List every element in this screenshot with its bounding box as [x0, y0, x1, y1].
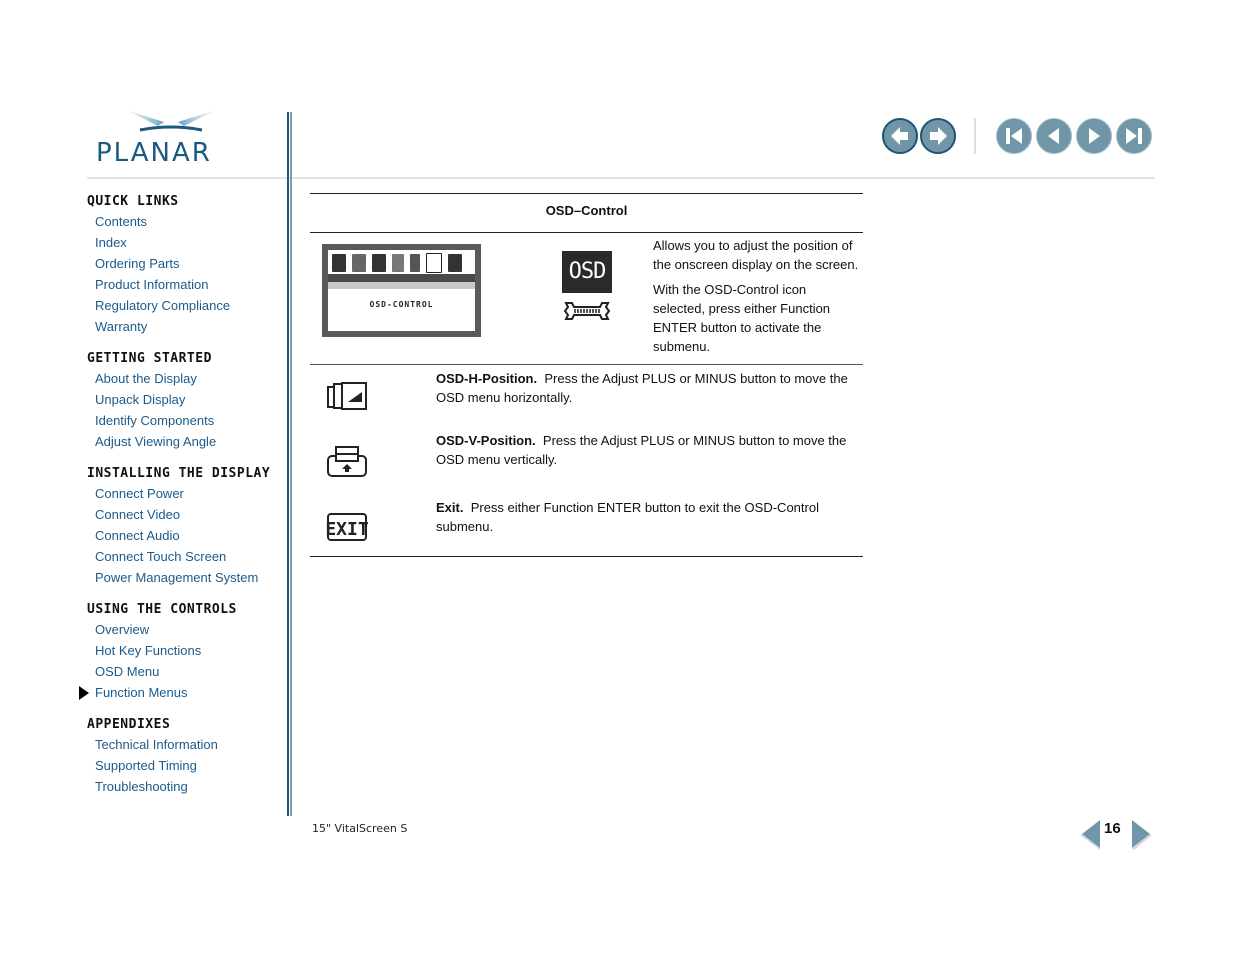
sidebar-item-unpack-display[interactable]: Unpack Display [95, 389, 282, 410]
last-page-button[interactable] [1116, 118, 1152, 154]
header-rule [87, 177, 1155, 179]
first-page-icon [1006, 128, 1022, 144]
wrench-icon [563, 302, 611, 320]
osd-screen-caption: OSD-CONTROL [369, 300, 434, 309]
sidebar-item-product-information[interactable]: Product Information [95, 274, 282, 295]
footer-next-page-button[interactable] [1130, 818, 1152, 850]
first-page-button[interactable] [996, 118, 1032, 154]
sidebar-item-overview[interactable]: Overview [95, 619, 282, 640]
next-page-button[interactable] [1076, 118, 1112, 154]
osd-mini-icon [448, 254, 462, 272]
sidebar-section-title: INSTALLING THE DISPLAY [87, 466, 271, 481]
footer-product-name: 15" VitalScreen S [312, 822, 408, 835]
row-term: OSD-H-Position. [436, 371, 538, 386]
sidebar-item-hot-key-functions[interactable]: Hot Key Functions [95, 640, 282, 661]
osd-h-position-icon [327, 382, 367, 410]
osd-icon-bar [332, 252, 471, 274]
sidebar-item-power-management-system[interactable]: Power Management System [95, 567, 282, 588]
sidebar-item-connect-video[interactable]: Connect Video [95, 504, 282, 525]
arrow-right-icon [930, 127, 947, 145]
sidebar-item-connect-power[interactable]: Connect Power [95, 483, 282, 504]
osd-mini-icon [372, 254, 386, 272]
intro-description-2: With the OSD-Control icon selected, pres… [653, 282, 831, 354]
sidebar-item-supported-timing[interactable]: Supported Timing [95, 755, 282, 776]
sidebar-section-using-controls: USING THE CONTROLS Overview Hot Key Func… [79, 600, 282, 703]
sidebar-item-function-menus[interactable]: Function Menus [79, 682, 282, 703]
row-text: Press either Function ENTER button to ex… [436, 500, 819, 534]
intro-description-1: Allows you to adjust the position of the… [653, 238, 859, 272]
sidebar-divider [287, 112, 289, 816]
sidebar-item-connect-audio[interactable]: Connect Audio [95, 525, 282, 546]
sidebar-section-installing: INSTALLING THE DISPLAY Connect Power Con… [87, 464, 282, 588]
osd-control-icon: OSD [562, 251, 612, 293]
sidebar-item-technical-information[interactable]: Technical Information [95, 734, 282, 755]
osd-mini-icon [410, 254, 420, 272]
sidebar-item-connect-touch-screen[interactable]: Connect Touch Screen [95, 546, 282, 567]
osd-mini-icon [392, 254, 404, 272]
sidebar-section-title: QUICK LINKS [87, 194, 179, 209]
osd-mini-icon [352, 254, 366, 272]
sidebar-item-label: Function Menus [95, 685, 188, 700]
sidebar-item-about-the-display[interactable]: About the Display [95, 368, 282, 389]
exit-icon: EXIT [326, 513, 369, 541]
sidebar-item-contents[interactable]: Contents [95, 211, 282, 232]
history-back-button[interactable] [882, 118, 918, 154]
osd-band [328, 282, 475, 289]
sidebar-item-identify-components[interactable]: Identify Components [95, 410, 282, 431]
sidebar-section-quick-links: QUICK LINKS Contents Index Ordering Part… [87, 192, 282, 337]
osd-menu-screenshot: OSD-CONTROL [322, 244, 481, 337]
row-description-osd-h-position: OSD-H-Position. Press the Adjust PLUS or… [436, 369, 856, 407]
sidebar-divider-accent [290, 112, 292, 816]
table-title: OSD–Control [545, 203, 628, 218]
table-header-rule [310, 232, 863, 233]
next-page-icon [1089, 128, 1100, 144]
sidebar-section-title: APPENDIXES [87, 717, 171, 732]
osd-mini-icon [332, 254, 346, 272]
sidebar-item-osd-menu[interactable]: OSD Menu [95, 661, 282, 682]
sidebar-item-regulatory-compliance[interactable]: Regulatory Compliance [95, 295, 282, 316]
sidebar-nav: QUICK LINKS Contents Index Ordering Part… [79, 192, 282, 809]
logo-text: PLANAR [96, 138, 212, 168]
arrow-left-icon [891, 127, 908, 145]
row-description-exit: Exit. Press either Function ENTER button… [436, 498, 836, 536]
last-page-icon [1126, 128, 1142, 144]
sidebar-item-index[interactable]: Index [95, 232, 282, 253]
sidebar-item-ordering-parts[interactable]: Ordering Parts [95, 253, 282, 274]
row-description-osd-v-position: OSD-V-Position. Press the Adjust PLUS or… [436, 431, 856, 469]
osd-v-position-icon [327, 446, 367, 477]
footer-prev-page-button[interactable] [1080, 818, 1102, 850]
sidebar-item-troubleshooting[interactable]: Troubleshooting [95, 776, 282, 797]
row-term: Exit. [436, 500, 464, 515]
previous-page-button[interactable] [1036, 118, 1072, 154]
sidebar-section-title: USING THE CONTROLS [87, 602, 237, 617]
history-forward-button[interactable] [920, 118, 956, 154]
sidebar-item-warranty[interactable]: Warranty [95, 316, 282, 337]
svg-text:EXIT: EXIT [326, 519, 369, 540]
osd-mini-icon [426, 253, 442, 273]
table-row-rule [310, 364, 863, 365]
toolbar-separator [974, 118, 976, 154]
table-bottom-rule [310, 556, 863, 557]
logo-mark-icon [126, 110, 216, 132]
sidebar-item-adjust-viewing-angle[interactable]: Adjust Viewing Angle [95, 431, 282, 452]
sidebar-section-getting-started: GETTING STARTED About the Display Unpack… [87, 349, 282, 452]
sidebar-section-appendixes: APPENDIXES Technical Information Support… [87, 715, 282, 797]
osd-band [328, 274, 475, 282]
previous-page-icon [1048, 128, 1059, 144]
page-number: 16 [1104, 820, 1121, 837]
row-term: OSD-V-Position. [436, 433, 536, 448]
current-page-pointer-icon [79, 686, 89, 700]
sidebar-section-title: GETTING STARTED [87, 351, 212, 366]
planar-logo: PLANAR [96, 108, 251, 168]
table-top-rule [310, 193, 863, 194]
